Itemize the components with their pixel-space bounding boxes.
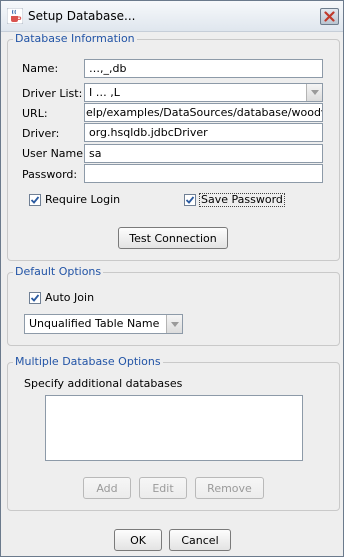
driver-list-dropdown-button[interactable] [306, 84, 322, 101]
driver-list-value: I … ,L [89, 86, 120, 99]
name-label: Name: [22, 62, 59, 75]
window-title: Setup Database... [28, 9, 136, 23]
table-name-combo[interactable]: Unqualified Table Name [24, 314, 183, 334]
edit-button[interactable]: Edit [139, 477, 187, 499]
checkmark-icon [30, 294, 40, 302]
chevron-down-icon [170, 321, 179, 327]
name-field[interactable]: …,_,db [84, 59, 323, 78]
remove-button[interactable]: Remove [195, 477, 264, 499]
java-cup-icon [7, 8, 23, 24]
close-button[interactable] [320, 8, 339, 25]
checkmark-icon [185, 196, 195, 204]
password-label: Password: [22, 168, 78, 181]
default-options-group [7, 272, 340, 346]
save-password-checkbox[interactable] [184, 194, 196, 206]
close-icon [324, 11, 335, 22]
table-name-value: Unqualified Table Name [29, 317, 160, 330]
database-information-title: Database Information [13, 32, 137, 45]
test-connection-button[interactable]: Test Connection [118, 227, 228, 249]
driver-label: Driver: [22, 127, 60, 140]
password-field[interactable] [84, 164, 323, 183]
add-button[interactable]: Add [83, 477, 131, 499]
url-field[interactable]: elp/examples/DataSources/database/woodvi… [84, 103, 323, 122]
save-password-label: Save Password [199, 193, 285, 207]
username-field[interactable]: sa [84, 144, 323, 163]
additional-databases-list[interactable] [45, 395, 303, 461]
url-label: URL: [22, 107, 48, 120]
multiple-database-options-title: Multiple Database Options [13, 355, 163, 368]
auto-join-label: Auto Join [45, 291, 95, 304]
default-options-title: Default Options [13, 265, 104, 278]
auto-join-checkbox[interactable] [29, 292, 41, 304]
require-login-label: Require Login [45, 193, 121, 206]
specify-databases-label: Specify additional databases [24, 377, 183, 390]
driver-list-combo[interactable]: I … ,L [84, 83, 323, 102]
cancel-button[interactable]: Cancel [169, 529, 231, 551]
setup-database-dialog: Setup Database... Database Information N… [0, 0, 344, 557]
chevron-down-icon [310, 90, 319, 95]
driver-list-label: Driver List: [22, 87, 83, 100]
checkmark-icon [30, 196, 40, 204]
title-bar[interactable]: Setup Database... [1, 1, 343, 32]
require-login-checkbox[interactable] [29, 194, 41, 206]
ok-button[interactable]: OK [114, 529, 162, 551]
username-label: User Name: [22, 147, 87, 160]
table-name-dropdown-button[interactable] [166, 315, 182, 333]
driver-field[interactable]: org.hsqldb.jdbcDriver [84, 123, 323, 142]
